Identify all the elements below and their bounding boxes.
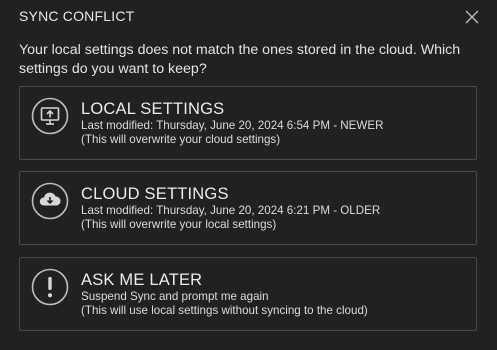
- option-note: (This will overwrite your local settings…: [81, 218, 277, 231]
- exclamation-icon: [31, 268, 69, 306]
- dialog-title: SYNC CONFLICT: [19, 8, 135, 24]
- close-icon[interactable]: [464, 9, 480, 25]
- ask-me-later-option[interactable]: ASK ME LATER Suspend Sync and prompt me …: [19, 257, 477, 331]
- local-settings-option[interactable]: LOCAL SETTINGS Last modified: Thursday, …: [19, 86, 477, 160]
- option-note: (This will overwrite your cloud settings…: [81, 133, 281, 146]
- dialog-message: Your local settings does not match the o…: [19, 42, 461, 77]
- ask-me-later-text: ASK ME LATER Suspend Sync and prompt me …: [81, 271, 468, 318]
- option-heading: LOCAL SETTINGS: [81, 100, 225, 118]
- option-detail: Last modified: Thursday, June 20, 2024 6…: [81, 204, 381, 217]
- sync-conflict-dialog: SYNC CONFLICT Your local settings does n…: [0, 0, 497, 350]
- cloud-download-icon: [31, 182, 69, 220]
- monitor-upload-icon: [31, 97, 69, 135]
- option-detail: Suspend Sync and prompt me again: [81, 290, 269, 303]
- option-note: (This will use local settings without sy…: [81, 304, 368, 317]
- option-detail: Last modified: Thursday, June 20, 2024 6…: [81, 119, 384, 132]
- option-heading: ASK ME LATER: [81, 271, 203, 289]
- option-heading: CLOUD SETTINGS: [81, 185, 229, 203]
- cloud-settings-text: CLOUD SETTINGS Last modified: Thursday, …: [81, 185, 468, 232]
- local-settings-text: LOCAL SETTINGS Last modified: Thursday, …: [81, 100, 468, 147]
- cloud-settings-option[interactable]: CLOUD SETTINGS Last modified: Thursday, …: [19, 171, 477, 245]
